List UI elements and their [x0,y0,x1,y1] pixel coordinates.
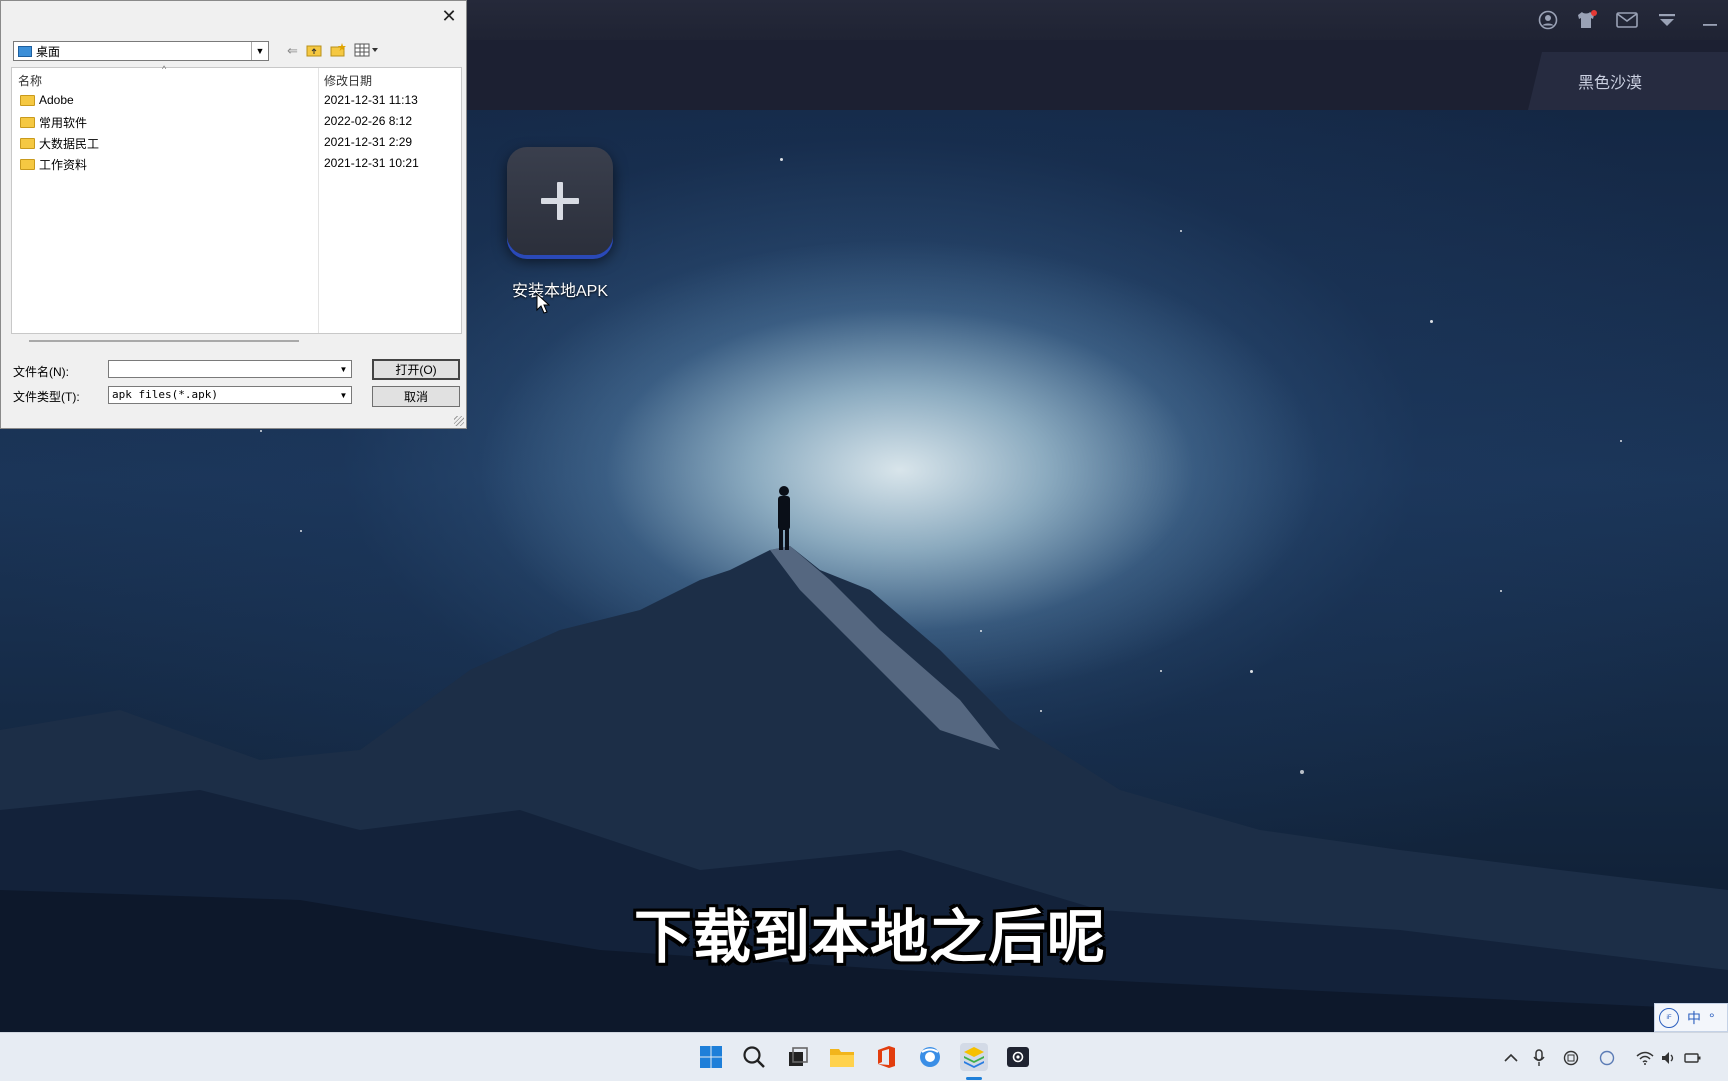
start-windows-icon[interactable] [697,1043,725,1071]
ifly-logo-icon: iF [1659,1007,1679,1028]
sort-up-icon: ^ [162,64,167,74]
battery-icon[interactable] [1684,1049,1702,1067]
folder-icon [20,117,35,128]
mail-icon[interactable] [1614,8,1640,32]
screen-recorder-icon[interactable] [1004,1043,1032,1071]
column-header-name[interactable]: 名称 [18,72,42,89]
filename-dropdown-arrow-icon[interactable]: ▼ [336,361,351,377]
microphone-icon[interactable] [1530,1049,1548,1067]
ime-indicator[interactable]: iF 中 ° [1654,1003,1728,1032]
resize-grip[interactable] [454,416,464,426]
horizontal-scrollbar[interactable] [29,340,299,342]
close-icon[interactable]: ✕ [438,5,460,27]
filetype-dropdown-arrow-icon[interactable]: ▼ [336,387,351,403]
file-list[interactable]: ^ 名称 修改日期 Adobe 2021-12-31 11:13 常用软件 20… [11,64,462,334]
minimize-icon[interactable] [1696,8,1722,32]
bluestacks-icon[interactable] [960,1043,988,1071]
account-icon[interactable] [1535,8,1561,32]
tab-game-label: 黑色沙漠 [1578,75,1643,92]
tab-game[interactable]: 黑色沙漠 [1528,52,1728,110]
list-item[interactable]: 大数据民工 2021-12-31 2:29 [12,132,461,152]
look-in-value: 桌面 [36,44,61,59]
shortcut-folder-icon [20,138,35,149]
filetype-select[interactable]: apk files(*.apk) [108,386,352,404]
filetype-label: 文件类型(T): [13,390,80,404]
ifly-tray-icon[interactable] [1598,1049,1616,1067]
browser-icon[interactable] [916,1043,944,1071]
ime-keyboard-icon[interactable] [1562,1049,1580,1067]
back-arrow-icon[interactable]: ⇐ [287,43,298,59]
task-view-icon[interactable] [784,1043,812,1071]
shortcut-folder-icon [20,159,35,170]
view-menu-icon[interactable] [354,43,380,60]
desktop-icon [18,45,32,57]
plus-icon [541,182,579,220]
install-apk-button[interactable] [507,147,613,255]
ime-symbol: ° [1709,1009,1715,1026]
ime-mode: 中 [1687,1009,1701,1026]
taskbar [0,1032,1728,1081]
column-header-date[interactable]: 修改日期 [324,72,372,89]
open-button[interactable]: 打开(O) [372,359,460,380]
list-item[interactable]: 工作资料 2021-12-31 10:21 [12,153,461,173]
look-in-combobox[interactable]: 桌面 ▼ [13,41,269,61]
file-open-dialog: ✕ 桌面 ▼ ⇐ ^ 名称 修改日期 Adobe 2021-12-31 11:1… [0,0,467,429]
folder-icon [20,94,35,106]
cancel-button[interactable]: 取消 [372,386,460,407]
dropdown-menu-icon[interactable] [1654,8,1680,32]
chevron-up-icon[interactable] [1502,1049,1520,1067]
new-folder-icon[interactable] [330,42,346,60]
wifi-icon[interactable] [1636,1049,1654,1067]
dialog-toolbar: ⇐ [287,41,380,61]
install-apk-label: 安装本地APK [511,283,609,300]
up-folder-icon[interactable] [306,43,322,60]
filename-input[interactable] [108,360,352,378]
video-subtitle: 下载到本地之后呢 [633,903,1106,971]
volume-icon[interactable] [1660,1049,1678,1067]
office-icon[interactable] [872,1043,900,1071]
list-item[interactable]: 常用软件 2022-02-26 8:12 [12,111,461,131]
search-icon[interactable] [740,1043,768,1071]
file-explorer-icon[interactable] [828,1043,856,1071]
filename-label: 文件名(N): [13,365,69,379]
list-item[interactable]: Adobe 2021-12-31 11:13 [12,90,461,110]
chevron-down-icon[interactable]: ▼ [251,42,268,60]
mouse-cursor-icon [536,293,550,314]
shirt-skin-icon[interactable] [1573,8,1599,32]
